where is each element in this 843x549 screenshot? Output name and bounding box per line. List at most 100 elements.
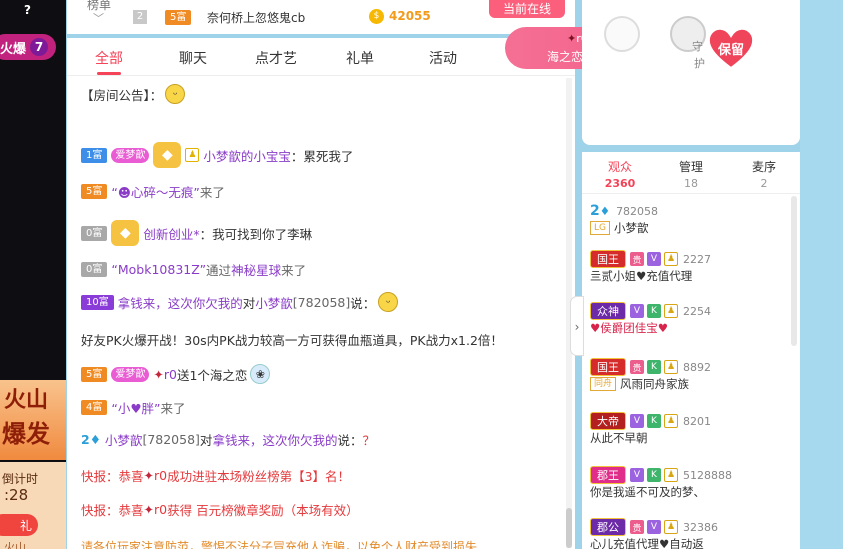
gift-button[interactable]: 礼: [0, 514, 38, 536]
smirk-emoji-icon: ᵕ: [378, 292, 399, 312]
v-icon: V: [630, 468, 644, 482]
avatar[interactable]: [604, 16, 640, 52]
v-icon: V: [630, 414, 644, 428]
tab-gifts[interactable]: 礼单: [346, 48, 374, 68]
target-user-name[interactable]: 小梦歆: [255, 293, 293, 312]
tab-label: 管理: [678, 160, 703, 174]
user-name[interactable]: “☻心碎～无痕”: [111, 182, 199, 201]
user-name[interactable]: r0: [154, 502, 167, 517]
countdown-value: :28: [4, 486, 29, 504]
list-item[interactable]: 国王 贵 V ♟ 2227 亖贰小姐♥充值代理: [590, 250, 711, 284]
list-item[interactable]: 国王 贵 K ♟ 8892 同舟 风雨同舟家族: [590, 358, 711, 392]
help-icon[interactable]: ?: [24, 3, 31, 17]
user-name: 小梦歆: [614, 221, 649, 235]
list-item: 0富 “Mobk10831Z” 通过 神秘星球 来了: [81, 260, 306, 279]
tab-chat[interactable]: 聊天: [179, 48, 207, 68]
fan-badge: 爱梦歆: [111, 366, 150, 382]
chevron-down-icon[interactable]: ﹀: [93, 10, 104, 26]
fortune-badge: 0富: [81, 225, 108, 241]
list-item: 【房间公告】： ᵕ: [81, 84, 186, 104]
manager-icon: ♟: [664, 414, 678, 428]
user-id: 8201: [683, 414, 711, 428]
user-name: 风雨同舟家族: [620, 377, 690, 391]
k-icon: K: [647, 414, 661, 428]
system-text: 快报：恭喜: [81, 469, 144, 484]
grin-emoji-icon: ᵕ: [165, 84, 186, 104]
message-text: ：我可找到你了李琳: [199, 226, 313, 242]
list-item: 5富 爱梦歆 ✦ r0 送1个海之恋 ❀: [81, 364, 271, 384]
tab-count: 18: [684, 177, 698, 190]
message-text: 对: [242, 295, 256, 311]
collapse-arrow-icon[interactable]: ›: [570, 296, 584, 356]
target-user-name[interactable]: 拿钱来，这次你欠我的: [212, 430, 337, 449]
user-id: 2254: [683, 304, 711, 318]
tab-all[interactable]: 全部: [95, 48, 123, 68]
list-item[interactable]: 大帝 V K ♟ 8201 从此不早朝: [590, 412, 711, 446]
vip-icon: 贵: [630, 252, 644, 266]
list-item: 快报：恭喜 ✦ r0 成功进驻本场粉丝榜第【3】名！: [81, 466, 350, 485]
promo-title-1: 火山: [4, 388, 49, 413]
user-name[interactable]: r0: [164, 367, 177, 382]
safety-notice: 请各位玩家注意防范，警惕不法分子冒充他人诈骗，以免个人财产受到损失: [81, 540, 478, 549]
volcano-promo-banner[interactable]: 火山 爆发: [0, 380, 66, 460]
message-list: 【房间公告】： ᵕ 1富 爱梦歆 ◆ ♟ 小梦歆的小宝宝 ：累死我了 5富 “☻…: [67, 76, 565, 549]
title-badge: 大帝: [590, 412, 626, 430]
message-text: 来了: [199, 185, 225, 200]
guard-panel: 守 护: [582, 0, 800, 145]
fortune-badge: 5富: [81, 184, 108, 199]
user-id: 32386: [683, 520, 718, 534]
online-button[interactable]: 当前在线: [489, 0, 565, 18]
tab-activity[interactable]: 活动: [429, 48, 457, 68]
list-item: 5富 “☻心碎～无痕” 来了: [81, 182, 225, 201]
user-id: 2227: [683, 252, 711, 266]
guard-label-1: 守: [692, 40, 703, 53]
keep-heart-button[interactable]: 保留: [706, 26, 756, 70]
rank-strip: 榜单 ﹀ 2 5富 奈何桥上忽悠鬼cb $ 42055 当前在线: [67, 0, 575, 34]
list-item[interactable]: 郡王 V K ♟ 5128888 你是我遥不可及的梦、: [590, 466, 732, 500]
coin-icon: $: [369, 9, 384, 24]
audience-panel: 观众 2360 管理 18 麦序 2 2 ♦ 782058 LG 小梦歆 国王: [582, 152, 800, 549]
title-badge: 国王: [590, 358, 626, 376]
tab-admin[interactable]: 管理 18: [661, 158, 721, 190]
chat-tabs: 全部 聊天 点才艺 礼单 活动: [67, 38, 575, 76]
hot-rank-pill[interactable]: 火爆 7: [0, 34, 56, 60]
user-name[interactable]: “Mobk10831Z”: [111, 262, 206, 277]
k-icon: K: [647, 360, 661, 374]
list-item[interactable]: 众神 V K ♟ 2254 ♥侯爵团佳宝♥: [590, 302, 711, 336]
title-badge: 国王: [590, 250, 626, 268]
list-item[interactable]: 2 ♦ 782058 LG 小梦歆: [590, 202, 658, 236]
rank-user-name[interactable]: 奈何桥上忽悠鬼cb: [207, 9, 305, 26]
chat-scrollbar-thumb[interactable]: [566, 508, 572, 548]
user-name: 亖贰小姐♥充值代理: [590, 269, 693, 283]
k-icon: K: [647, 468, 661, 482]
user-name[interactable]: 拿钱来，这次你欠我的: [118, 293, 243, 312]
manager-icon: ♟: [664, 360, 678, 374]
user-id: 8892: [683, 360, 711, 374]
diamond-icon: ♦: [89, 432, 101, 447]
user-name[interactable]: r0: [154, 468, 167, 483]
message-text: 对: [199, 433, 213, 448]
diamond-icon: ♦: [599, 204, 611, 218]
user-name[interactable]: 小梦歆的小宝宝: [203, 146, 291, 165]
maple-leaf-icon: ✦: [143, 468, 154, 483]
list-item: 2 ♦ 小梦歆 [782058] 对 拿钱来，这次你欠我的 说： ？: [81, 430, 375, 449]
user-id: [782058]: [142, 432, 200, 447]
message-text: 说：: [350, 295, 376, 311]
system-text: 成功进驻本场粉丝榜第【3】名！: [167, 469, 351, 484]
treasure-icon: ◆: [153, 142, 182, 168]
tab-mic-queue[interactable]: 麦序 2: [734, 158, 794, 190]
user-name[interactable]: 创新创业*: [143, 224, 199, 243]
title-badge: 郡王: [590, 466, 626, 484]
user-name: ♥侯爵团佳宝♥: [590, 321, 669, 335]
list-item[interactable]: 郡公 贵 V ♟ 32386 心儿充值代理♥自动返: [590, 518, 718, 549]
tab-audience[interactable]: 观众 2360: [590, 158, 650, 190]
user-name[interactable]: “小♥胖”: [111, 398, 160, 417]
tab-count: 2360: [604, 177, 636, 190]
audience-scrollbar[interactable]: [791, 196, 797, 346]
planet-link[interactable]: 神秘星球: [231, 260, 281, 279]
user-name[interactable]: 小梦歆: [105, 430, 143, 449]
tab-talent[interactable]: 点才艺: [255, 48, 297, 68]
tab-label: 观众: [607, 160, 632, 174]
fortune-badge: 4富: [81, 400, 108, 415]
user-name: 从此不早朝: [590, 431, 648, 445]
